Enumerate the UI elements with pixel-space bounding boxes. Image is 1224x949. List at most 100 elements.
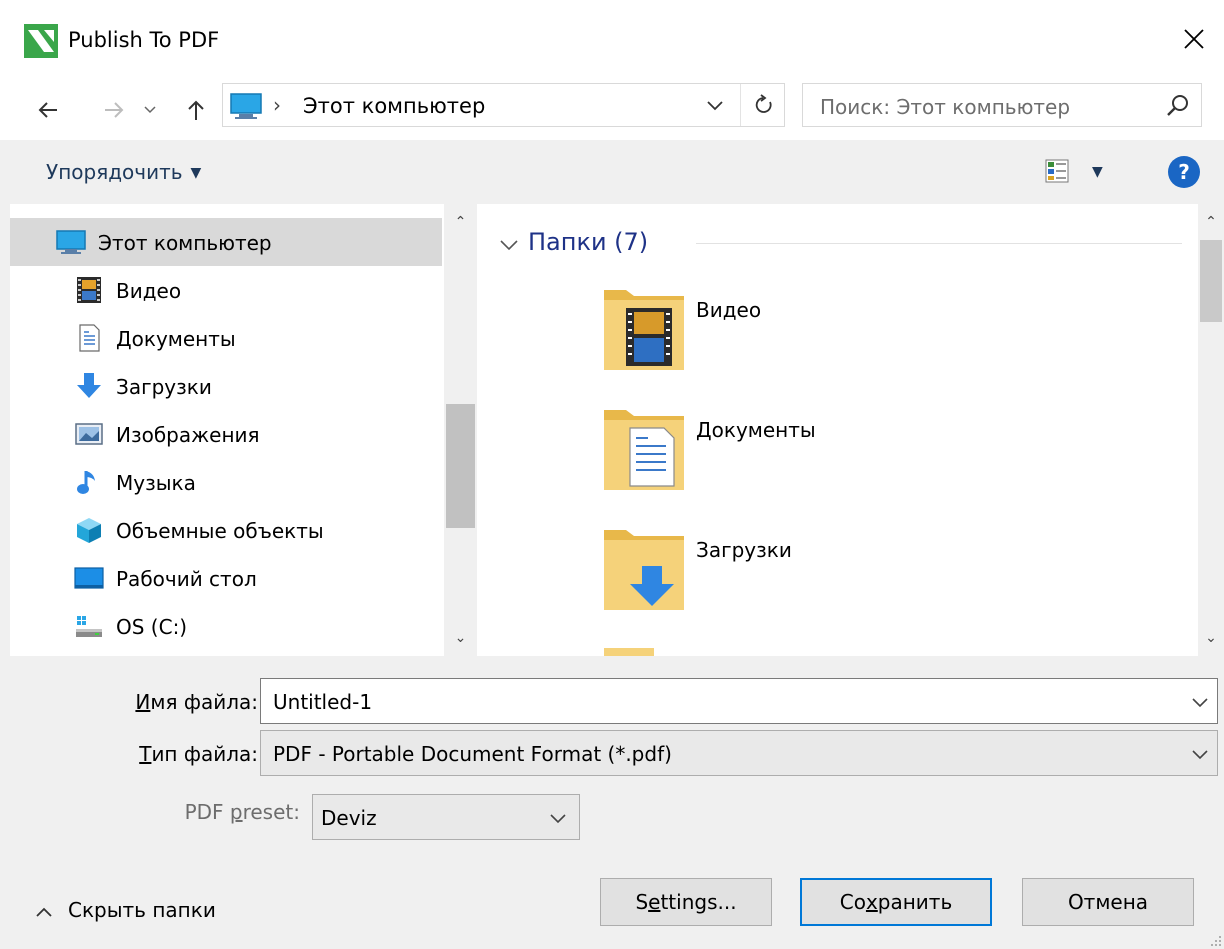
computer-icon [230, 93, 262, 119]
search-box[interactable]: Поиск: Этот компьютер [802, 83, 1202, 127]
chevron-down-icon [144, 106, 156, 114]
sidebar-item-label: Рабочий стол [116, 567, 257, 591]
folder-icon [604, 648, 654, 656]
downloads-folder-icon[interactable] [604, 526, 684, 610]
arrow-right-icon [105, 102, 124, 118]
sidebar-item-documents[interactable]: Документы [10, 314, 442, 362]
sidebar-item-desktop[interactable]: Рабочий стол [10, 554, 442, 602]
view-options-icon[interactable] [1044, 158, 1070, 184]
command-bar: Упорядочить ▼ ▼ ? [10, 140, 1224, 204]
sidebar-item-label: Видео [116, 279, 182, 303]
scrollbar-thumb[interactable] [1200, 240, 1222, 322]
breadcrumb-separator: › [273, 93, 281, 117]
save-button[interactable]: Со х ранить [800, 878, 992, 926]
sidebar-item-label: Этот компьютер [98, 231, 272, 255]
back-button[interactable] [30, 90, 66, 130]
chevron-down-icon[interactable] [1189, 743, 1211, 765]
app-logo-icon [24, 24, 58, 58]
arrow-up-icon [188, 100, 204, 120]
forward-button[interactable] [96, 90, 132, 130]
button-text: Со [839, 890, 866, 914]
help-button[interactable]: ? [1168, 156, 1200, 188]
breadcrumb[interactable]: Этот компьютер [303, 94, 485, 118]
filetype-select[interactable]: PDF - Portable Document Format (*.pdf) [260, 730, 1218, 776]
up-button[interactable] [178, 90, 214, 130]
sidebar-item-3d-objects[interactable]: Объемные объекты [10, 506, 442, 554]
access-key: Т [139, 742, 152, 766]
scrollbar-thumb[interactable] [446, 404, 475, 528]
address-bar[interactable]: › Этот компьютер [222, 83, 785, 127]
window-edge [0, 140, 10, 949]
file-list: Папки (7) Видео Документы Загрузки [478, 204, 1198, 656]
scroll-up-icon[interactable]: ⌃ [444, 208, 477, 236]
sidebar-item-this-pc[interactable]: Этот компьютер [10, 218, 442, 266]
access-key: И [135, 690, 151, 714]
recent-locations-button[interactable] [138, 90, 162, 130]
scroll-down-icon[interactable]: ⌄ [1198, 624, 1224, 652]
sidebar-item-video[interactable]: Видео [10, 266, 442, 314]
folders-group-header[interactable]: Папки (7) [498, 226, 1182, 262]
preset-select[interactable]: Deviz [312, 794, 580, 840]
access-key: e [648, 890, 661, 914]
chevron-up-icon [36, 898, 54, 922]
computer-icon [56, 230, 86, 254]
navigation-pane-scrollbar[interactable]: ⌃ ⌄ [444, 204, 477, 656]
address-dropdown-button[interactable] [697, 91, 733, 121]
video-icon [77, 277, 101, 303]
filename-input[interactable]: Untitled-1 [273, 690, 372, 714]
chevron-down-icon[interactable] [547, 807, 569, 829]
caret-down-icon: ▼ [190, 165, 202, 181]
sidebar-item-os-drive[interactable]: OS (C:) [10, 602, 442, 650]
view-dropdown-icon[interactable]: ▼ [1092, 164, 1103, 180]
label-text: reset: [242, 800, 300, 824]
folder-label[interactable]: Видео [696, 298, 761, 322]
button-text: ttings... [660, 890, 737, 914]
video-folder-icon[interactable] [604, 286, 684, 370]
label-text: ип файла: [151, 742, 258, 766]
organize-menu-button[interactable]: Упорядочить ▼ [46, 160, 201, 184]
filename-field[interactable]: Untitled-1 [260, 678, 1218, 724]
music-icon [77, 471, 95, 494]
downloads-icon [77, 373, 101, 398]
filetype-label: Тип файла: [139, 742, 258, 766]
refresh-button[interactable] [740, 84, 786, 126]
desktop-icon [74, 567, 104, 589]
refresh-icon [755, 94, 771, 113]
settings-button[interactable]: Se ttings... [600, 878, 772, 926]
sidebar-item-downloads[interactable]: Загрузки [10, 362, 442, 410]
file-list-scrollbar[interactable]: ⌃ ⌄ [1198, 204, 1224, 656]
scroll-down-icon[interactable]: ⌄ [444, 624, 477, 652]
button-text: ранить [877, 890, 953, 914]
close-button[interactable] [1164, 14, 1224, 64]
save-options-panel: Имя файла: Untitled-1 Тип файла: PDF - P… [10, 656, 1224, 949]
group-label: Папки (7) [528, 228, 649, 256]
label-text: мя файла: [150, 690, 258, 714]
chevron-down-icon [500, 240, 518, 251]
sidebar-item-label: Музыка [116, 471, 196, 495]
sidebar-item-label: Документы [116, 327, 236, 351]
search-icon[interactable] [1165, 93, 1191, 119]
folder-label[interactable]: Документы [696, 418, 816, 442]
scroll-up-icon[interactable]: ⌃ [1198, 208, 1224, 236]
sidebar-item-label: Объемные объекты [116, 519, 324, 543]
sidebar-item-label: Изображения [116, 423, 260, 447]
3d-objects-icon [77, 518, 101, 543]
folder-label[interactable]: Загрузки [696, 538, 792, 562]
resize-grip-icon[interactable] [1208, 933, 1222, 947]
cancel-button[interactable]: Отмена [1022, 878, 1194, 926]
documents-icon [79, 324, 100, 352]
sidebar-item-pictures[interactable]: Изображения [10, 410, 442, 458]
hide-folders-button[interactable]: Скрыть папки [36, 898, 216, 922]
group-divider [696, 243, 1182, 244]
button-text: S [635, 890, 649, 914]
arrow-left-icon [38, 102, 57, 118]
sidebar-item-music[interactable]: Музыка [10, 458, 442, 506]
drive-icon [76, 616, 102, 637]
chevron-down-icon[interactable] [1189, 691, 1211, 713]
hide-folders-label: Скрыть папки [68, 898, 216, 922]
search-input[interactable]: Поиск: Этот компьютер [820, 95, 1070, 119]
filename-label: Имя файла: [135, 690, 258, 714]
title-bar: Publish To PDF [0, 0, 1224, 80]
chevron-down-icon [707, 101, 723, 111]
documents-folder-icon[interactable] [604, 406, 684, 490]
